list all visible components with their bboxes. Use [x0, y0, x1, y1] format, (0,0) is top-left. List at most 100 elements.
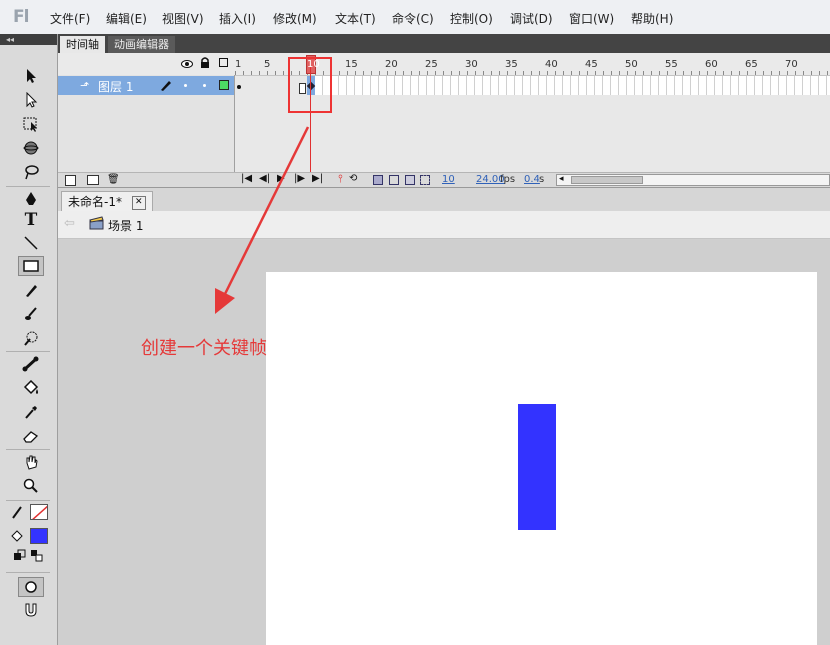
menu-help[interactable]: 帮助(H): [631, 10, 673, 27]
menu-modify[interactable]: 修改(M): [273, 10, 317, 27]
timeline-header: 1 5 10 15 20 25 30 35 40 45 50 55 60 65 …: [58, 53, 830, 76]
eyedropper-tool-icon[interactable]: [18, 402, 44, 422]
new-folder-icon[interactable]: [87, 175, 99, 185]
selection-tool-icon[interactable]: [18, 66, 44, 86]
object-drawing-icon[interactable]: [18, 577, 44, 597]
visibility-dot[interactable]: [184, 84, 187, 87]
layer-type-icon: ⬏: [80, 79, 90, 92]
tools-panel: ◂◂ T: [0, 34, 58, 645]
frame-number: 25: [425, 59, 438, 70]
menu-edit[interactable]: 编辑(E): [106, 10, 147, 27]
edit-multiple-frames-icon[interactable]: [405, 175, 415, 185]
layer-outline-color[interactable]: [219, 80, 229, 90]
line-tool-icon[interactable]: [18, 233, 44, 253]
bone-tool-icon[interactable]: [18, 354, 44, 374]
hand-tool-icon[interactable]: [18, 452, 44, 472]
panel-tab-bar: 时间轴 动画编辑器: [58, 34, 830, 53]
rectangle-tool-icon[interactable]: [18, 256, 44, 276]
frame-number: 40: [545, 59, 558, 70]
eraser-tool-icon[interactable]: [18, 426, 44, 446]
onion-outline-icon[interactable]: [389, 175, 399, 185]
frame-number: 20: [385, 59, 398, 70]
scrollbar-thumb[interactable]: [571, 176, 643, 184]
fill-color-swatch[interactable]: [30, 528, 48, 544]
blue-rectangle[interactable]: [518, 404, 556, 530]
layer-name[interactable]: 图层 1: [98, 78, 133, 95]
pen-tool-icon[interactable]: [18, 189, 44, 209]
first-frame-icon[interactable]: |◀: [241, 173, 252, 184]
timeline-panel: 1 5 10 15 20 25 30 35 40 45 50 55 60 65 …: [58, 53, 830, 188]
black-white-icon[interactable]: [14, 549, 28, 563]
collapse-tools-icon[interactable]: ◂◂: [0, 34, 57, 45]
new-layer-icon[interactable]: [65, 175, 76, 186]
brush-tool-icon[interactable]: [18, 304, 44, 324]
free-transform-tool-icon[interactable]: [18, 114, 44, 134]
layer-row[interactable]: ⬏ 图层 1: [58, 76, 234, 95]
swap-colors-icon[interactable]: [30, 549, 44, 563]
text-tool-icon[interactable]: T: [18, 210, 44, 230]
keyframe-dot: [237, 85, 241, 89]
document-tab-bar: 未命名-1* ✕: [58, 187, 830, 212]
document-title: 未命名-1*: [68, 195, 122, 209]
onion-skin-icon[interactable]: [373, 175, 383, 185]
modify-markers-icon[interactable]: [420, 175, 430, 185]
paint-bucket-tool-icon[interactable]: [18, 378, 44, 398]
menu-debug[interactable]: 调试(D): [510, 10, 553, 27]
lasso-tool-icon[interactable]: [18, 162, 44, 182]
fps-unit: fps: [500, 174, 516, 185]
loop-icon[interactable]: ⟲: [349, 173, 357, 184]
frame-number: 55: [665, 59, 678, 70]
timeline-scrollbar[interactable]: ◂: [556, 174, 830, 186]
menu-bar: Fl 文件(F) 编辑(E) 视图(V) 插入(I) 修改(M) 文本(T) 命…: [0, 0, 830, 35]
stroke-color-swatch[interactable]: [30, 504, 48, 520]
subselection-tool-icon[interactable]: [18, 90, 44, 110]
snap-to-objects-icon[interactable]: [18, 600, 44, 620]
zoom-tool-icon[interactable]: [18, 476, 44, 496]
delete-icon[interactable]: 🗑: [107, 174, 120, 185]
pencil-icon: [160, 79, 172, 94]
frame-number: 50: [625, 59, 638, 70]
scene-label[interactable]: 场景 1: [108, 217, 143, 234]
current-frame[interactable]: 10: [442, 174, 455, 185]
menu-view[interactable]: 视图(V): [162, 10, 204, 27]
document-tab[interactable]: 未命名-1* ✕: [61, 191, 153, 212]
step-forward-icon[interactable]: |▶: [294, 173, 305, 184]
frame-number: 45: [585, 59, 598, 70]
play-icon[interactable]: ▶: [277, 173, 285, 184]
frame-number: 15: [345, 59, 358, 70]
stroke-color-icon[interactable]: [11, 505, 23, 519]
timeline-footer: 🗑 |◀ ◀| ▶ |▶ ▶| ⫯ ⟲ 10 24.00 fps 0.4 s ◂: [58, 172, 830, 188]
app-logo: Fl: [13, 7, 29, 27]
center-frame-icon[interactable]: ⫯: [338, 172, 343, 186]
deco-tool-icon[interactable]: [18, 328, 44, 348]
last-frame-icon[interactable]: ▶|: [312, 173, 323, 184]
eye-icon[interactable]: [181, 58, 193, 72]
3d-rotation-tool-icon[interactable]: [18, 138, 44, 158]
close-icon[interactable]: ✕: [131, 195, 146, 210]
frame-number: 35: [505, 59, 518, 70]
menu-commands[interactable]: 命令(C): [392, 10, 434, 27]
frame-number: 1: [235, 59, 242, 70]
frame-number: 65: [745, 59, 758, 70]
pencil-tool-icon[interactable]: [18, 280, 44, 300]
tab-timeline[interactable]: 时间轴: [60, 36, 105, 53]
time-unit: s: [539, 174, 545, 185]
stage-area: [58, 239, 830, 645]
scroll-left-icon[interactable]: ◂: [559, 174, 564, 184]
outline-icon[interactable]: [219, 58, 228, 67]
lock-dot[interactable]: [203, 84, 206, 87]
step-back-icon[interactable]: ◀|: [259, 173, 270, 184]
tab-motion-editor[interactable]: 动画编辑器: [108, 36, 175, 53]
menu-window[interactable]: 窗口(W): [569, 10, 614, 27]
menu-text[interactable]: 文本(T): [335, 10, 376, 27]
back-arrow-icon[interactable]: ⇦: [64, 216, 75, 231]
lock-icon[interactable]: [200, 57, 210, 71]
fill-color-icon[interactable]: [11, 529, 23, 543]
frame-number: 30: [465, 59, 478, 70]
menu-insert[interactable]: 插入(I): [219, 10, 256, 27]
edit-bar: ⇦ 场景 1: [58, 211, 830, 239]
elapsed-time[interactable]: 0.4: [524, 174, 540, 185]
scene-icon: [89, 216, 104, 233]
menu-control[interactable]: 控制(O): [450, 10, 493, 27]
menu-file[interactable]: 文件(F): [50, 10, 90, 27]
